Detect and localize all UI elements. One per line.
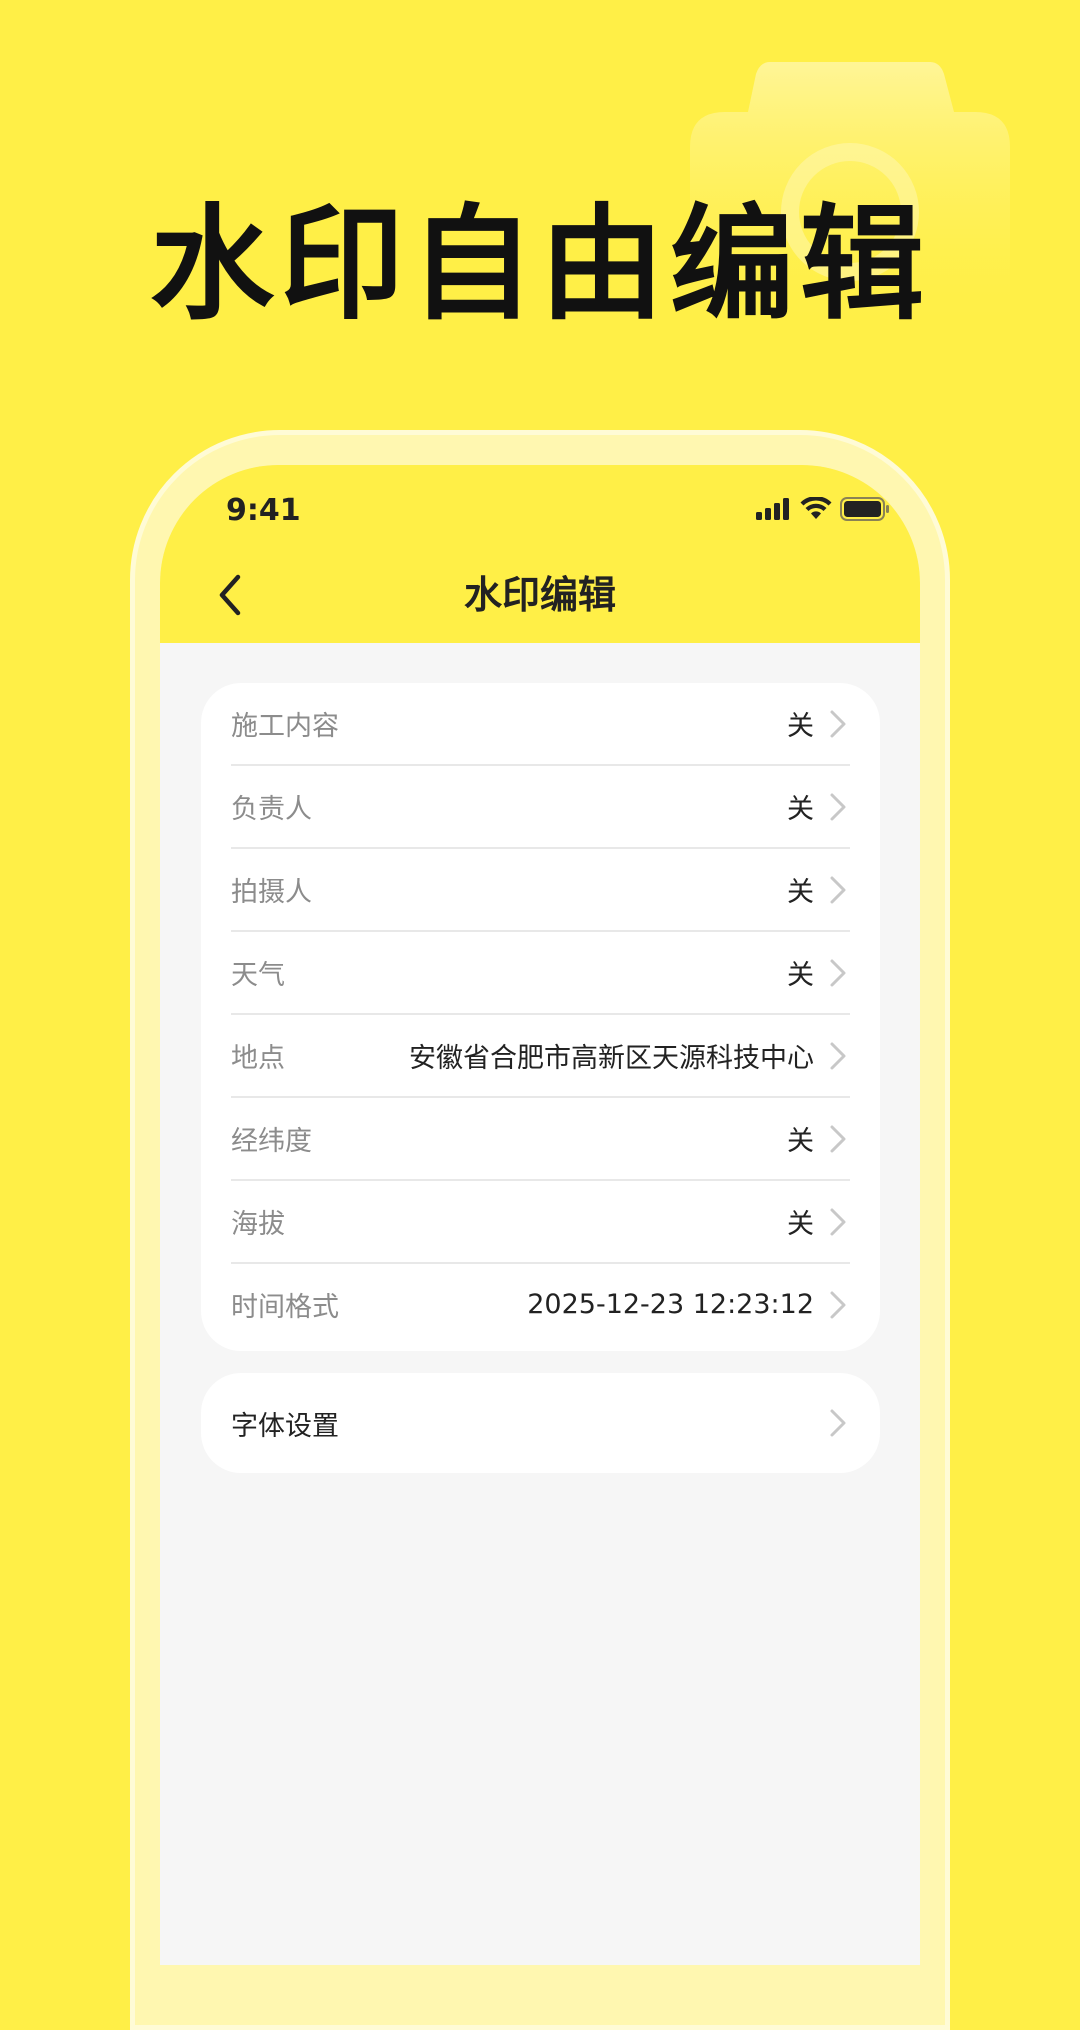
app-header: 9:41 水印编辑: [160, 465, 920, 643]
setting-row-time-format[interactable]: 时间格式 2025-12-23 12:23:12: [231, 1264, 850, 1345]
chevron-right-icon: [826, 792, 850, 822]
setting-label: 负责人: [231, 794, 312, 825]
chevron-right-icon: [826, 875, 850, 905]
chevron-right-icon: [826, 1408, 850, 1438]
setting-row-coordinates[interactable]: 经纬度 关: [231, 1098, 850, 1181]
page-title: 水印编辑: [463, 573, 616, 617]
setting-value: 关: [787, 1209, 814, 1240]
chevron-right-icon: [826, 709, 850, 739]
font-settings-label: 字体设置: [231, 1410, 339, 1442]
signal-icon: [756, 498, 792, 520]
chevron-right-icon: [826, 1207, 850, 1237]
setting-value: 安徽省合肥市高新区天源科技中心: [409, 1043, 814, 1074]
setting-value: 关: [787, 711, 814, 742]
font-settings-row[interactable]: 字体设置: [231, 1373, 850, 1473]
chevron-right-icon: [826, 1290, 850, 1320]
setting-label: 时间格式: [231, 1292, 339, 1323]
setting-row-construction[interactable]: 施工内容 关: [231, 683, 850, 766]
status-icons: [748, 497, 890, 521]
setting-value: 关: [787, 877, 814, 908]
wifi-icon: [800, 497, 832, 521]
chevron-right-icon: [826, 958, 850, 988]
setting-label: 地点: [231, 1043, 285, 1074]
hero-headline: 水印自由编辑: [149, 193, 930, 337]
setting-label: 天气: [231, 960, 285, 991]
setting-label: 拍摄人: [231, 877, 312, 908]
setting-label: 施工内容: [231, 711, 339, 742]
chevron-right-icon: [826, 1041, 850, 1071]
setting-label: 海拔: [231, 1209, 285, 1240]
setting-value: 关: [787, 794, 814, 825]
setting-row-responsible[interactable]: 负责人 关: [231, 766, 850, 849]
setting-value: 关: [787, 960, 814, 991]
battery-icon: [840, 497, 890, 521]
chevron-right-icon: [826, 1124, 850, 1154]
setting-row-weather[interactable]: 天气 关: [231, 932, 850, 1015]
setting-row-altitude[interactable]: 海拔 关: [231, 1181, 850, 1264]
setting-row-photographer[interactable]: 拍摄人 关: [231, 849, 850, 932]
watermark-settings-card: 施工内容 关 负责人 关 拍摄人 关 天气 关 地点 安徽省合肥市高新区天源科技…: [201, 683, 880, 1351]
font-settings-card: 字体设置: [201, 1373, 880, 1473]
setting-value: 关: [787, 1126, 814, 1157]
setting-value: 2025-12-23 12:23:12: [527, 1289, 814, 1320]
setting-label: 经纬度: [231, 1126, 312, 1157]
setting-row-location[interactable]: 地点 安徽省合肥市高新区天源科技中心: [231, 1015, 850, 1098]
phone-screen: 9:41 水印编辑 施工内容 关 负责人 关 拍摄人 关 天气 关 地点 安徽省…: [160, 465, 920, 1965]
status-time: 9:41: [226, 493, 301, 528]
